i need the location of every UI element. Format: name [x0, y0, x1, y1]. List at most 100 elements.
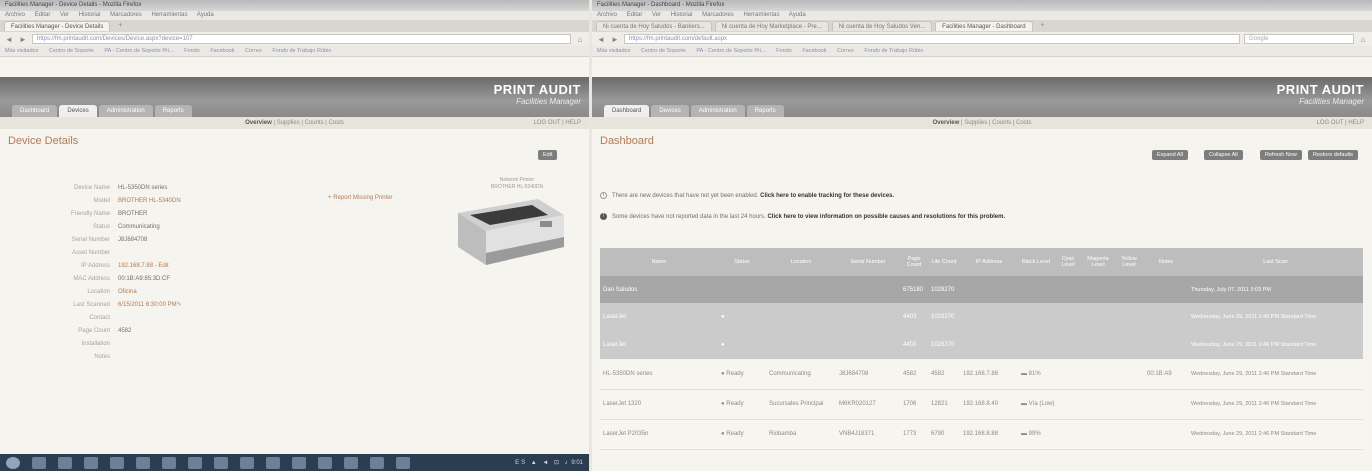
column-header[interactable]: Location: [766, 248, 836, 276]
column-header[interactable]: Status: [718, 248, 766, 276]
logout-help-links[interactable]: LOG OUT | HELP: [534, 120, 581, 126]
app-icon[interactable]: [84, 456, 98, 469]
enable-tracking-link[interactable]: Click here to enable tracking for these …: [760, 193, 894, 199]
table-cell[interactable]: HL-5350DN series: [600, 359, 718, 390]
app-icon[interactable]: [370, 456, 384, 469]
menu-item[interactable]: Ver: [60, 12, 69, 18]
nav-tab-devices[interactable]: Devices: [651, 105, 689, 117]
bookmark[interactable]: Correo: [837, 48, 854, 54]
refresh-now-button[interactable]: Refresh Now: [1260, 150, 1302, 160]
new-tab-button[interactable]: +: [113, 21, 127, 31]
browser-tab[interactable]: Ni cuenta de Hoy Saludos - Bankers...: [596, 21, 712, 31]
column-header[interactable]: Cyan Level: [1054, 248, 1082, 276]
collapse-all-button[interactable]: Collapse All: [1204, 150, 1243, 160]
column-header[interactable]: Yellow Level: [1114, 248, 1144, 276]
menu-item[interactable]: Archivo: [5, 12, 25, 18]
expand-all-button[interactable]: Expand All: [1152, 150, 1188, 160]
app-icon[interactable]: [292, 456, 306, 469]
app-icon[interactable]: [214, 456, 228, 469]
tray-icons[interactable]: ES ▲ ◄ ⊡ ♪: [515, 460, 570, 466]
menu-item[interactable]: Archivo: [597, 12, 617, 18]
forward-arrow-icon[interactable]: ►: [18, 35, 28, 44]
ip-address-link[interactable]: 192.168.7.88 - Edit: [118, 263, 169, 269]
new-tab-button[interactable]: +: [1036, 21, 1050, 31]
bookmark[interactable]: Fondo: [184, 48, 200, 54]
menu-item[interactable]: Ayuda: [197, 12, 214, 18]
table-row[interactable]: LaserJet P2035n ● Ready Riobamba VNB4J18371…: [600, 419, 1363, 450]
browser-tab[interactable]: Facilities Manager - Device Details: [4, 21, 111, 31]
menu-item[interactable]: Ver: [652, 12, 661, 18]
start-icon[interactable]: [6, 456, 20, 469]
bookmark[interactable]: Más visitados: [5, 48, 38, 54]
app-icon[interactable]: [396, 456, 410, 469]
column-header[interactable]: Serial Number: [836, 248, 900, 276]
subnav-costs[interactable]: Costs: [1016, 120, 1031, 126]
app-icon[interactable]: [188, 456, 202, 469]
location-link[interactable]: Oficina: [118, 289, 137, 295]
bookmark[interactable]: Facebook: [210, 48, 234, 54]
subnav-overview[interactable]: Overview: [245, 120, 272, 126]
bookmark[interactable]: Centro de Soporte: [49, 48, 94, 54]
table-cell[interactable]: LaserJet P2035n: [600, 419, 718, 450]
column-header[interactable]: Name: [600, 248, 718, 276]
app-icon[interactable]: [136, 456, 150, 469]
menu-item[interactable]: Historial: [79, 12, 101, 18]
table-cell[interactable]: LaserJet: [600, 331, 718, 359]
table-cell[interactable]: Dan Saludos: [600, 276, 718, 303]
nav-tab-administration[interactable]: Administration: [98, 105, 153, 117]
url-input[interactable]: https://fm.printaudit.com/default.aspx: [624, 34, 1240, 44]
column-header[interactable]: IP Address: [960, 248, 1018, 276]
menu-item[interactable]: Ayuda: [789, 12, 806, 18]
menu-item[interactable]: Editar: [35, 12, 51, 18]
app-icon[interactable]: [318, 456, 332, 469]
browser-tab[interactable]: Ni cuenta de Hoy Saludos Ven...: [831, 21, 933, 31]
app-icon[interactable]: [58, 456, 72, 469]
logout-help-links[interactable]: LOG OUT | HELP: [1317, 120, 1364, 126]
report-missing-printer-link[interactable]: + Report Missing Printer: [328, 195, 393, 201]
back-arrow-icon[interactable]: ◄: [4, 35, 14, 44]
column-header[interactable]: Notes: [1144, 248, 1188, 276]
bookmark[interactable]: PA - Centro de Soporte Pri...: [696, 48, 765, 54]
subnav-counts[interactable]: Counts: [305, 120, 324, 126]
column-header[interactable]: Life Count: [928, 248, 960, 276]
model-link[interactable]: BROTHER HL-5340DN: [118, 198, 181, 204]
bookmark[interactable]: Más visitados: [597, 48, 630, 54]
bookmark[interactable]: PA - Centro de Soporte Pri...: [104, 48, 173, 54]
column-header[interactable]: Page Count: [900, 248, 928, 276]
edit-button[interactable]: Edit: [538, 150, 558, 160]
forward-arrow-icon[interactable]: ►: [610, 35, 620, 44]
nav-tab-administration[interactable]: Administration: [690, 105, 745, 117]
menu-item[interactable]: Marcadores: [702, 12, 734, 18]
search-input[interactable]: Google: [1244, 34, 1354, 44]
edit-pencil-icon[interactable]: ✎: [177, 301, 182, 308]
home-icon[interactable]: ⌂: [575, 35, 585, 44]
table-row[interactable]: HL-5350DN series ● Ready Communicating J8J6…: [600, 359, 1363, 390]
subnav-supplies[interactable]: Supplies: [277, 120, 300, 126]
home-icon[interactable]: ⌂: [1358, 35, 1368, 44]
bookmark[interactable]: Centro de Soporte: [641, 48, 686, 54]
table-row[interactable]: LaserJet ● 4403 1028270 Wednesday, June 29, …: [600, 303, 1363, 331]
subnav-counts[interactable]: Counts: [992, 120, 1011, 126]
app-icon[interactable]: [266, 456, 280, 469]
subnav-supplies[interactable]: Supplies: [964, 120, 987, 126]
view-causes-link[interactable]: Click here to view information on possib…: [767, 214, 1005, 220]
menu-item[interactable]: Herramientas: [151, 12, 187, 18]
table-row[interactable]: LaserJet ● 4403 1028270 Wednesday, June 29, …: [600, 331, 1363, 359]
menu-item[interactable]: Editar: [627, 12, 643, 18]
column-header[interactable]: Last Scan: [1188, 248, 1363, 276]
restore-defaults-button[interactable]: Restore defaults: [1308, 150, 1359, 160]
bookmark[interactable]: Fondo de Trabajo Rúbio: [864, 48, 923, 54]
clock[interactable]: 9:01: [571, 460, 583, 466]
table-row[interactable]: LaserJet 1320 ● Ready Sucursales Principal…: [600, 389, 1363, 420]
menu-item[interactable]: Marcadores: [110, 12, 142, 18]
nav-tab-dashboard[interactable]: Dashboard: [12, 105, 58, 117]
app-icon[interactable]: [344, 456, 358, 469]
subnav-overview[interactable]: Overview: [933, 120, 960, 126]
browser-tab[interactable]: Facilities Manager - Dashboard: [935, 21, 1033, 31]
nav-tab-reports[interactable]: Reports: [154, 105, 192, 117]
table-row[interactable]: Dan Saludos 675180 1028270 Thursday, July 0…: [600, 276, 1363, 303]
menu-item[interactable]: Historial: [671, 12, 693, 18]
table-cell[interactable]: LaserJet: [600, 303, 718, 331]
menu-item[interactable]: Herramientas: [743, 12, 779, 18]
nav-tab-dashboard[interactable]: Dashboard: [604, 105, 650, 117]
